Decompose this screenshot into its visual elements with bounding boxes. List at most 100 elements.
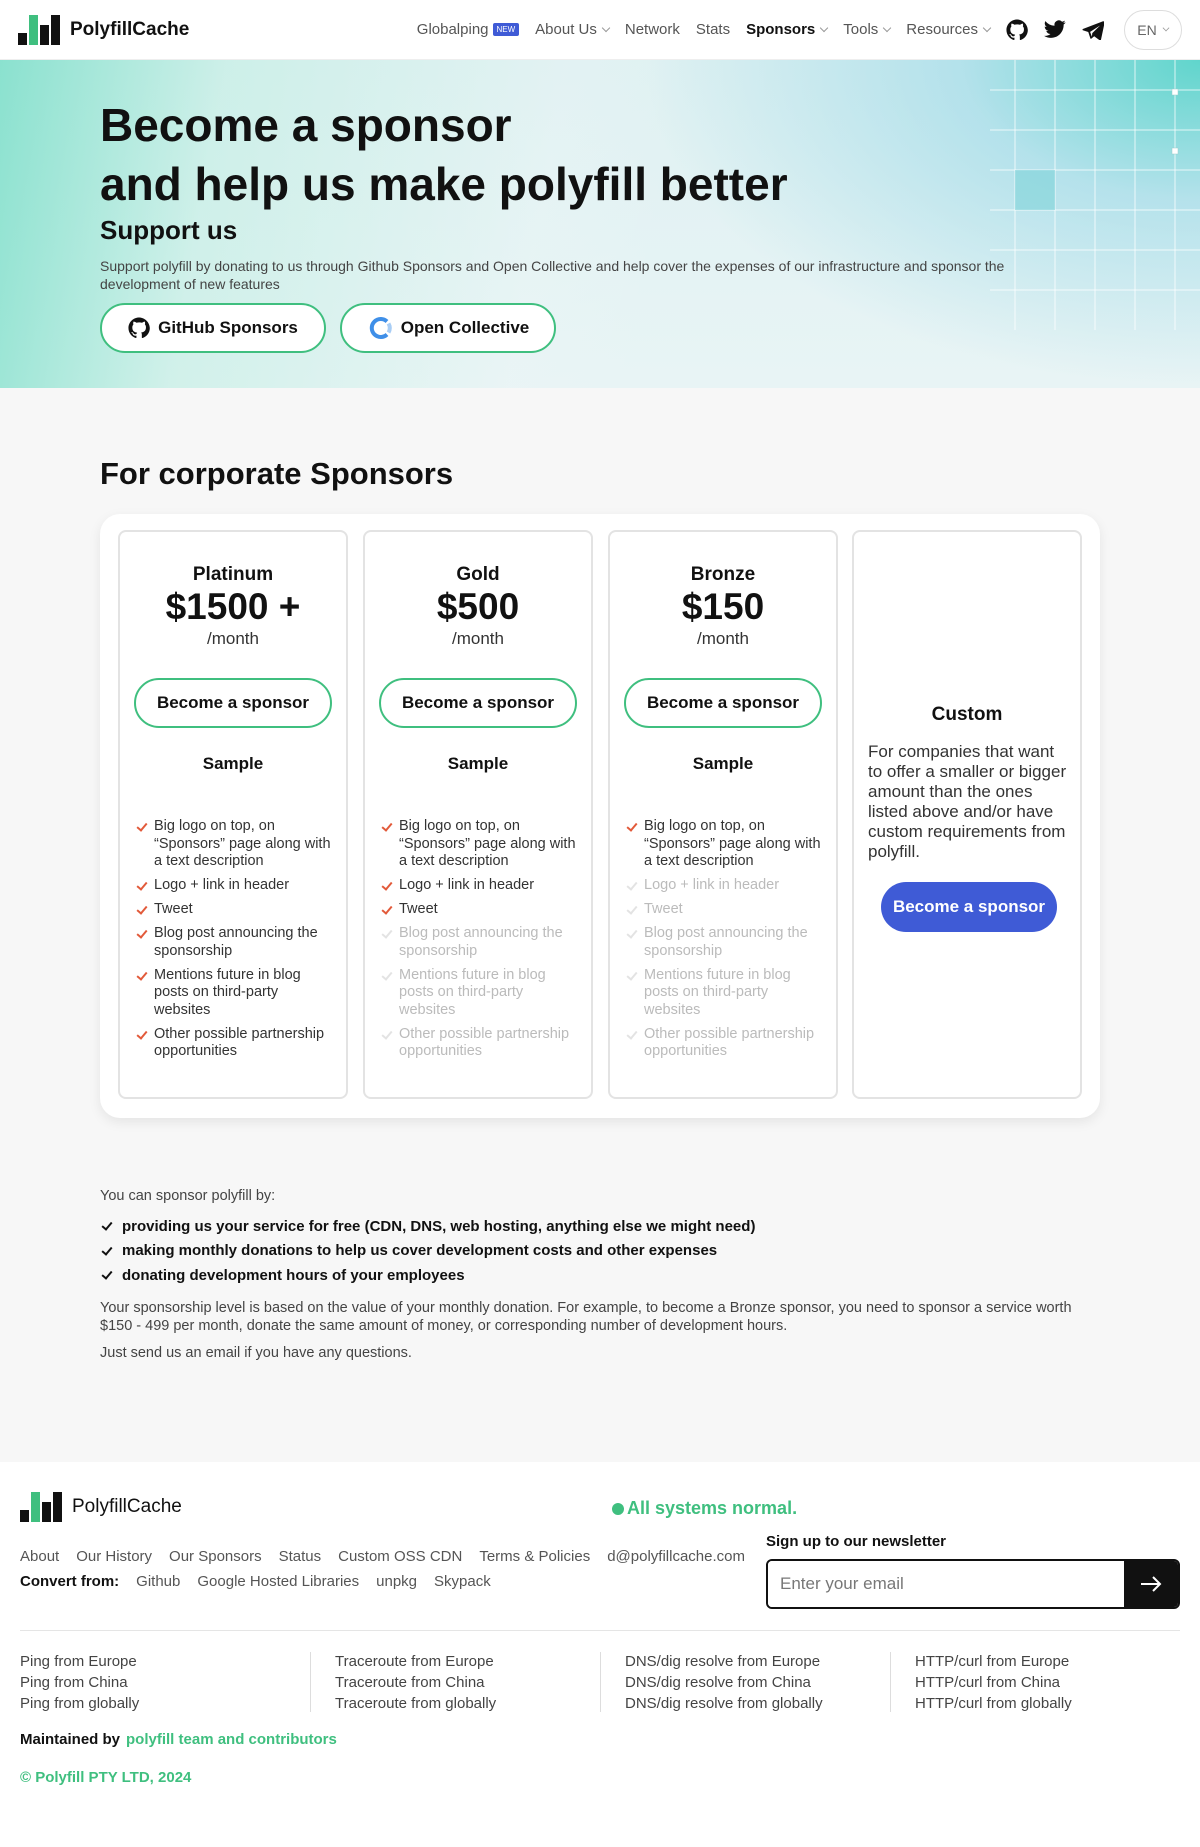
system-status[interactable]: All systems normal. xyxy=(612,1498,797,1519)
footer-link-terms[interactable]: Terms & Policies xyxy=(479,1548,590,1565)
github-icon[interactable] xyxy=(1005,18,1029,42)
logo-text: PolyfillCache xyxy=(72,1496,182,1517)
check-icon xyxy=(381,880,393,892)
tier-period: /month xyxy=(207,629,259,648)
check-icon xyxy=(626,904,638,916)
convert-link-github[interactable]: Github xyxy=(136,1573,180,1590)
column-divider xyxy=(310,1652,311,1712)
chevron-down-icon xyxy=(883,23,892,32)
tier-name: Gold xyxy=(456,564,500,585)
footer-link-status[interactable]: Status xyxy=(279,1548,322,1565)
feature-text: Blog post announcing the sponsorship xyxy=(154,925,318,959)
check-icon xyxy=(100,1220,114,1232)
logo-icon xyxy=(20,1492,62,1522)
check-icon xyxy=(381,970,393,982)
tier-sample-link[interactable]: Sample xyxy=(120,754,346,774)
check-icon xyxy=(626,880,638,892)
chevron-down-icon xyxy=(1162,24,1170,31)
footer-link-custom-oss-cdn[interactable]: Custom OSS CDN xyxy=(338,1548,462,1565)
tool-link[interactable]: Traceroute from China xyxy=(335,1672,496,1693)
footer-link-our-sponsors[interactable]: Our Sponsors xyxy=(169,1548,262,1565)
feature-text: Logo + link in header xyxy=(154,877,290,893)
nav-item-stats[interactable]: Stats xyxy=(696,21,730,38)
footer-logo[interactable]: PolyfillCache xyxy=(20,1492,182,1522)
tool-link[interactable]: HTTP/curl from China xyxy=(915,1672,1072,1693)
tool-link[interactable]: HTTP/curl from Europe xyxy=(915,1651,1072,1672)
chevron-down-icon xyxy=(982,23,992,32)
status-text: All systems normal. xyxy=(627,1498,798,1518)
convert-link-google-hosted-libraries[interactable]: Google Hosted Libraries xyxy=(197,1573,359,1590)
chevron-down-icon xyxy=(820,23,829,32)
feature-item-disabled: Tweet xyxy=(626,901,826,919)
check-icon xyxy=(626,821,638,833)
feature-item: Big logo on top, on “Sponsors” page alon… xyxy=(136,818,336,871)
feature-text: Big logo on top, on “Sponsors” page alon… xyxy=(399,818,576,869)
feature-item-disabled: Blog post announcing the sponsorship xyxy=(626,925,826,960)
twitter-icon[interactable] xyxy=(1043,18,1067,42)
become-sponsor-button[interactable]: Become a sponsor xyxy=(134,678,332,728)
tool-link[interactable]: HTTP/curl from globally xyxy=(915,1693,1072,1714)
language-selector[interactable]: EN xyxy=(1124,9,1182,50)
footer-link-email[interactable]: d@polyfillcache.com xyxy=(607,1548,745,1565)
feature-text: Blog post announcing the sponsorship xyxy=(399,925,563,959)
tier-sample-link[interactable]: Sample xyxy=(365,754,591,774)
feature-text: Other possible partnership opportunities xyxy=(644,1025,815,1060)
sponsor-way-text: making monthly donations to help us cove… xyxy=(122,1242,718,1260)
feature-item: Big logo on top, on “Sponsors” page alon… xyxy=(626,818,826,871)
become-sponsor-button[interactable]: Become a sponsor xyxy=(624,678,822,728)
logo-icon xyxy=(18,14,60,45)
hero-title-line-2: and help us make polyfill better xyxy=(100,158,788,210)
feature-list: Big logo on top, on “Sponsors” page alon… xyxy=(136,818,336,1067)
tool-link[interactable]: DNS/dig resolve from Europe xyxy=(625,1651,823,1672)
tier-sample-link[interactable]: Sample xyxy=(610,754,836,774)
check-icon xyxy=(100,1245,114,1257)
check-icon xyxy=(381,904,393,916)
tier-card-custom: Custom For companies that want to offer … xyxy=(852,530,1082,1099)
feature-item-disabled: Blog post announcing the sponsorship xyxy=(381,925,581,960)
footer-link-about[interactable]: About xyxy=(20,1548,59,1565)
feature-list: Big logo on top, on “Sponsors” page alon… xyxy=(381,818,581,1067)
button-label: GitHub Sponsors xyxy=(158,318,298,337)
tool-link[interactable]: DNS/dig resolve from globally xyxy=(625,1693,823,1714)
check-icon xyxy=(136,928,148,940)
become-sponsor-button[interactable]: Become a sponsor xyxy=(379,678,577,728)
feature-text: Tweet xyxy=(644,901,683,917)
nav-item-resources[interactable]: Resources xyxy=(906,21,992,38)
nav-item-network[interactable]: Network xyxy=(625,21,680,38)
nav-item-sponsors[interactable]: Sponsors xyxy=(746,21,829,38)
newsletter-submit-button[interactable] xyxy=(1124,1561,1178,1607)
tool-link[interactable]: Ping from Europe xyxy=(20,1651,139,1672)
hero-subtitle: Support us xyxy=(100,215,238,245)
nav-item-about-us[interactable]: About Us xyxy=(535,21,611,38)
convert-link-skypack[interactable]: Skypack xyxy=(434,1573,491,1590)
open-collective-button[interactable]: Open Collective xyxy=(340,303,556,353)
footer-tools-column-dns: DNS/dig resolve from Europe DNS/dig reso… xyxy=(625,1651,823,1714)
convert-link-unpkg[interactable]: unpkg xyxy=(376,1573,417,1590)
feature-item: Logo + link in header xyxy=(136,877,336,895)
nav-item-globalping[interactable]: Globalping NEW xyxy=(416,21,520,38)
sponsor-ways-intro: You can sponsor polyfill by: xyxy=(100,1188,276,1204)
nav-label: Globalping xyxy=(416,21,489,38)
site-logo[interactable]: PolyfillCache xyxy=(18,14,189,45)
tier-card-gold: Gold $500 /month Become a sponsor Sample… xyxy=(363,530,593,1099)
newsletter-email-input[interactable] xyxy=(768,1561,1124,1607)
nav-item-tools[interactable]: Tools xyxy=(843,21,892,38)
feature-item: Tweet xyxy=(136,901,336,919)
telegram-icon[interactable] xyxy=(1081,18,1105,42)
become-sponsor-button[interactable]: Become a sponsor xyxy=(881,882,1057,932)
status-dot-icon xyxy=(612,1502,624,1515)
footer-tools-column-http: HTTP/curl from Europe HTTP/curl from Chi… xyxy=(915,1651,1072,1714)
footer-link-our-history[interactable]: Our History xyxy=(76,1548,152,1565)
tool-link[interactable]: Traceroute from Europe xyxy=(335,1651,496,1672)
feature-item-disabled: Logo + link in header xyxy=(626,877,826,895)
tool-link[interactable]: Ping from globally xyxy=(20,1693,139,1714)
github-icon xyxy=(128,317,150,339)
feature-text: Mentions future in blog posts on third-p… xyxy=(154,966,301,1018)
tier-period: /month xyxy=(452,629,504,648)
tool-link[interactable]: DNS/dig resolve from China xyxy=(625,1672,823,1693)
arrow-right-icon xyxy=(1141,1576,1162,1592)
tool-link[interactable]: Traceroute from globally xyxy=(335,1693,496,1714)
tool-link[interactable]: Ping from China xyxy=(20,1672,139,1693)
github-sponsors-button[interactable]: GitHub Sponsors xyxy=(100,303,326,353)
contributors-link[interactable]: polyfill team and contributors xyxy=(126,1731,337,1748)
